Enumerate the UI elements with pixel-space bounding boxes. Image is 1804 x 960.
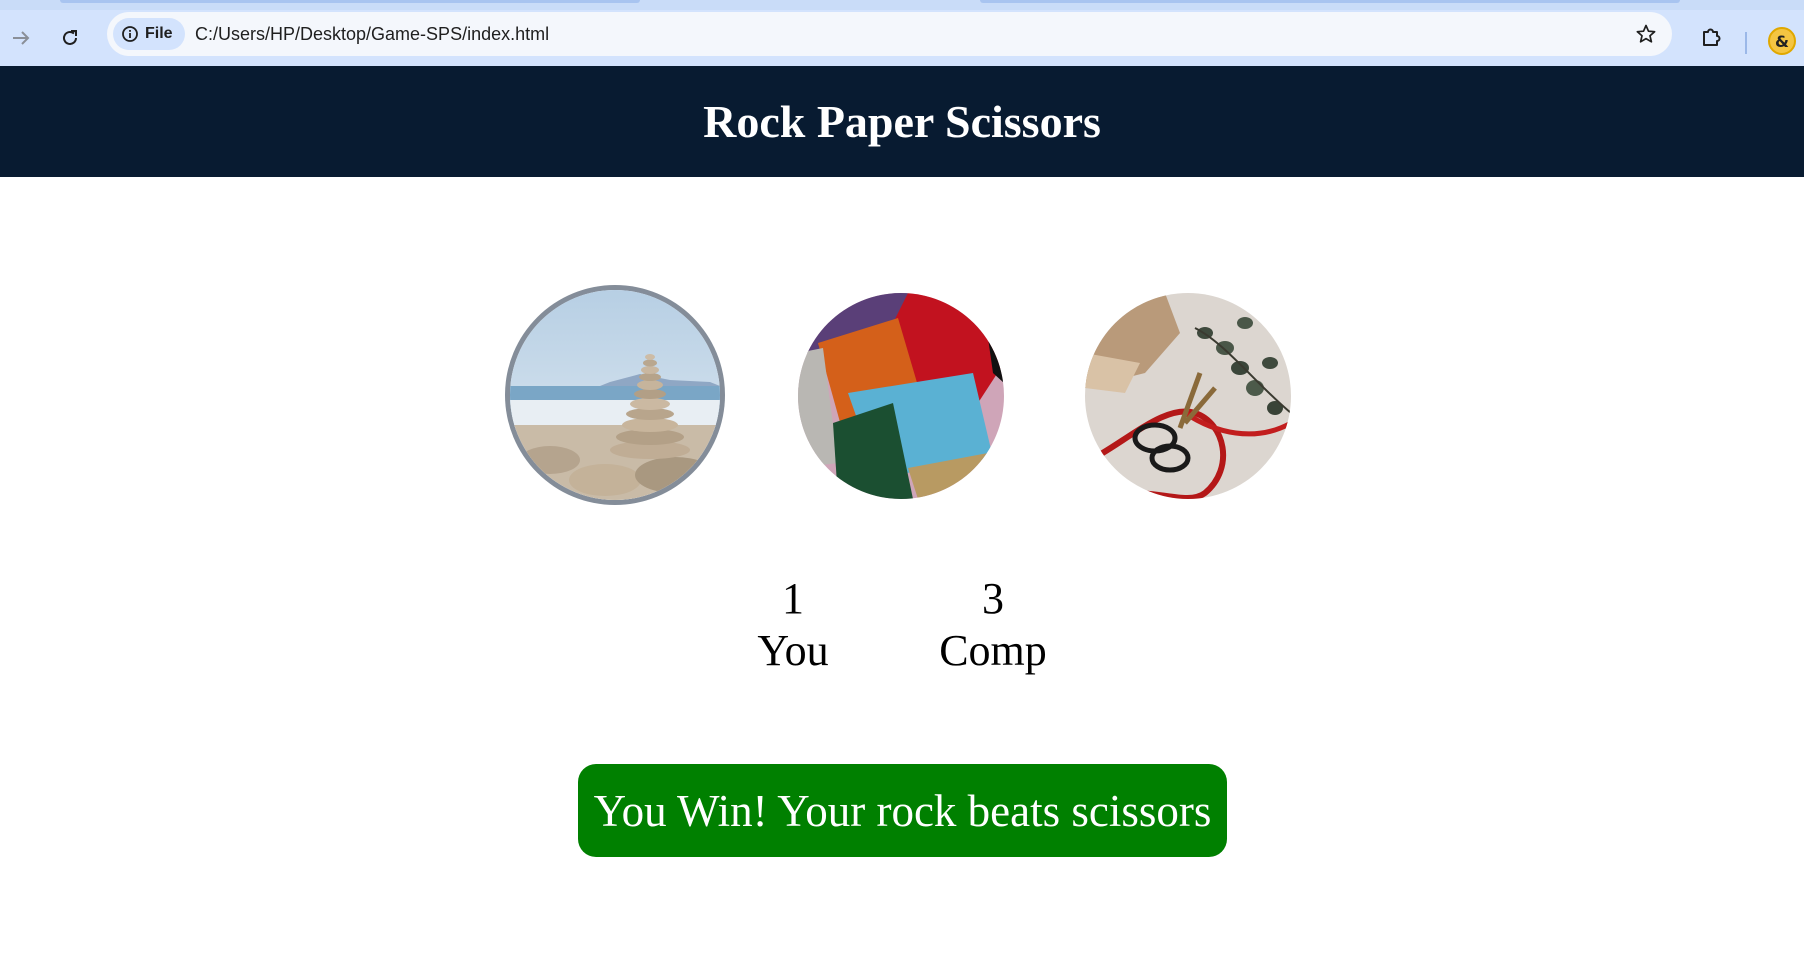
scissors-choice[interactable]: [1085, 293, 1291, 499]
comp-score-block: 3 Comp: [923, 573, 1063, 677]
url-text[interactable]: C:/Users/HP/Desktop/Game-SPS/index.html: [195, 12, 549, 56]
tab-strip: [0, 0, 1804, 10]
toolbar-separator: [1745, 32, 1747, 54]
comp-score: 3: [982, 574, 1004, 623]
bookmark-button[interactable]: [1632, 20, 1660, 48]
info-icon: [122, 26, 138, 42]
user-label: You: [757, 626, 829, 675]
site-info-chip[interactable]: File: [113, 18, 185, 50]
result-message: You Win! Your rock beats scissors: [578, 764, 1227, 857]
tab-edge: [60, 0, 640, 3]
star-icon: [1636, 24, 1656, 43]
file-chip-label: File: [145, 25, 173, 42]
scissors-image: [1085, 293, 1291, 499]
browser-chrome: File C:/Users/HP/Desktop/Game-SPS/index.…: [0, 0, 1804, 66]
browser-toolbar: File C:/Users/HP/Desktop/Game-SPS/index.…: [0, 10, 1804, 66]
rock-choice[interactable]: [510, 290, 720, 500]
reload-icon: [63, 30, 77, 45]
arrow-right-icon: [13, 31, 30, 45]
profile-initial: &: [1775, 31, 1789, 51]
reload-button[interactable]: [54, 22, 86, 54]
extensions-button[interactable]: [1694, 20, 1728, 54]
address-bar[interactable]: File C:/Users/HP/Desktop/Game-SPS/index.…: [107, 12, 1672, 56]
rock-image: [510, 290, 720, 500]
page-header: Rock Paper Scissors: [0, 66, 1804, 177]
comp-label: Comp: [939, 626, 1047, 675]
forward-button[interactable]: [5, 22, 37, 54]
tab-edge: [980, 0, 1680, 3]
page-title: Rock Paper Scissors: [703, 96, 1101, 147]
profile-avatar[interactable]: &: [1768, 27, 1796, 55]
user-score: 1: [782, 574, 804, 623]
paper-image: [798, 293, 1004, 499]
paper-choice[interactable]: [798, 293, 1004, 499]
user-score-block: 1 You: [733, 573, 853, 677]
puzzle-icon: [1703, 28, 1721, 46]
